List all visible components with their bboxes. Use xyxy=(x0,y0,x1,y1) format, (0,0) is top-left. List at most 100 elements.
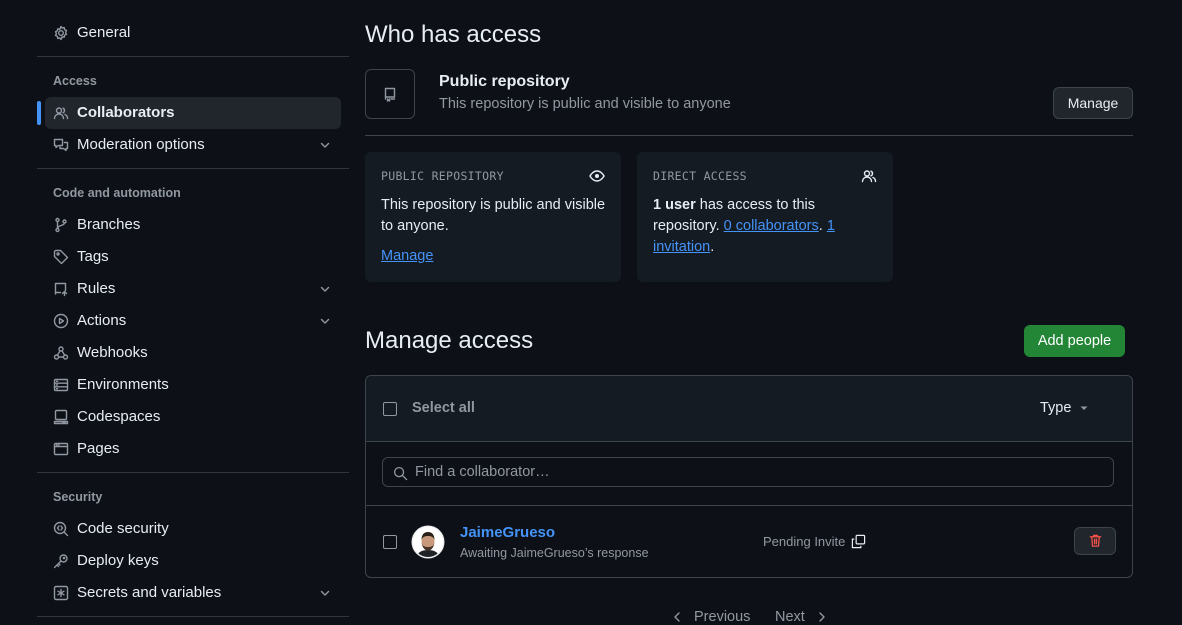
collaborator-username-link[interactable]: JaimeGrueso xyxy=(460,524,555,541)
separator-text: . xyxy=(818,218,827,234)
pending-invite-status: Pending Invite xyxy=(763,534,866,549)
triangle-down-icon xyxy=(1080,406,1088,410)
card-title: DIRECT ACCESS xyxy=(653,169,747,183)
repo-visibility-icon-box xyxy=(365,69,415,119)
sidebar-item-code-security[interactable]: Code security xyxy=(45,513,341,545)
divider xyxy=(37,56,349,57)
previous-label: Previous xyxy=(694,609,751,625)
sidebar-item-actions[interactable]: Actions xyxy=(45,305,341,337)
search-icon xyxy=(393,466,408,481)
manage-visibility-button[interactable]: Manage xyxy=(1053,87,1133,119)
find-collaborator-search xyxy=(382,457,1114,487)
collaborators-link[interactable]: 0 collaborators xyxy=(724,218,819,234)
codespaces-icon xyxy=(53,409,69,425)
copy-icon[interactable] xyxy=(851,534,866,549)
user-count: 1 user xyxy=(653,197,696,213)
sidebar-item-deploy-keys[interactable]: Deploy keys xyxy=(45,545,341,577)
sidebar-item-branches[interactable]: Branches xyxy=(45,209,341,241)
tag-icon xyxy=(53,249,69,265)
sidebar-item-label: Codespaces xyxy=(77,408,161,425)
chevron-right-icon xyxy=(819,612,825,622)
add-people-button[interactable]: Add people xyxy=(1024,325,1125,357)
find-collaborator-input[interactable] xyxy=(415,458,1095,486)
sidebar-item-general[interactable]: General xyxy=(45,17,341,49)
manage-access-title: Manage access xyxy=(365,327,534,354)
repo-visibility-description: This repository is public and visible to… xyxy=(439,96,731,112)
card-text: 1 user has access to this repository. 0 … xyxy=(653,195,878,258)
next-label: Next xyxy=(775,609,805,625)
select-all-checkbox[interactable] xyxy=(383,402,397,416)
codescan-icon xyxy=(53,521,69,537)
sidebar-item-label: Branches xyxy=(77,216,141,233)
sidebar-item-label: Secrets and variables xyxy=(77,584,222,601)
eye-icon xyxy=(589,170,605,182)
sidebar-item-label: Pages xyxy=(77,440,120,457)
section-heading-security: Security xyxy=(53,490,103,504)
direct-access-card: DIRECT ACCESS 1 user has access to this … xyxy=(637,152,893,282)
chevron-down-icon xyxy=(320,286,330,292)
public-repository-card: PUBLIC REPOSITORY This repository is pub… xyxy=(365,152,621,282)
table-header: Select all Type xyxy=(366,376,1132,442)
key-asterisk-icon xyxy=(53,585,69,601)
git-branch-icon xyxy=(55,217,67,233)
sidebar-item-environments[interactable]: Environments xyxy=(45,369,341,401)
sidebar-item-moderation-options[interactable]: Moderation options xyxy=(45,129,341,161)
play-icon xyxy=(53,313,69,329)
settings-sidebar: General Access Collaborators Moderation … xyxy=(37,0,349,625)
sidebar-item-label: Actions xyxy=(77,312,127,329)
divider xyxy=(37,616,349,617)
sidebar-item-label: Code security xyxy=(77,520,169,537)
collaborators-table: Select all Type JaimeGrueso Awaiting Jai… xyxy=(365,375,1133,578)
who-has-access-title: Who has access xyxy=(365,21,542,48)
sidebar-item-label: Webhooks xyxy=(77,344,148,361)
chevron-down-icon xyxy=(320,318,330,324)
type-filter-label: Type xyxy=(1040,400,1072,416)
divider xyxy=(365,135,1133,136)
gear-icon xyxy=(54,25,68,41)
card-text: This repository is public and visible to… xyxy=(381,197,606,234)
sidebar-item-label: General xyxy=(77,24,131,41)
type-filter-dropdown[interactable]: Type xyxy=(1040,400,1089,416)
sidebar-item-secrets-variables[interactable]: Secrets and variables xyxy=(45,577,341,609)
trash-icon xyxy=(1089,534,1102,547)
chevron-down-icon xyxy=(320,590,330,596)
comment-discussion-icon xyxy=(53,138,69,152)
card-title: PUBLIC REPOSITORY xyxy=(381,169,504,183)
pagination-next[interactable]: Next xyxy=(775,609,827,625)
repo-icon xyxy=(384,87,396,102)
sidebar-item-label: Moderation options xyxy=(77,136,205,153)
webhook-icon xyxy=(53,346,69,360)
sidebar-item-collaborators[interactable]: Collaborators xyxy=(37,97,341,129)
key-icon xyxy=(53,554,68,569)
remove-collaborator-button[interactable] xyxy=(1074,527,1116,555)
table-row: JaimeGrueso Awaiting JaimeGrueso’s respo… xyxy=(366,506,1132,576)
repo-push-icon xyxy=(54,282,68,297)
chevron-down-icon xyxy=(320,142,330,148)
pending-invite-label: Pending Invite xyxy=(763,534,846,549)
select-all-label: Select all xyxy=(412,400,475,416)
manage-link[interactable]: Manage xyxy=(381,248,433,264)
section-heading-access: Access xyxy=(53,74,97,88)
section-heading-code-automation: Code and automation xyxy=(53,186,181,200)
sidebar-item-tags[interactable]: Tags xyxy=(45,241,341,273)
divider xyxy=(37,168,349,169)
people-icon xyxy=(53,107,69,120)
sidebar-item-rules[interactable]: Rules xyxy=(45,273,341,305)
collaborator-subtitle: Awaiting JaimeGrueso’s response xyxy=(460,546,649,560)
sidebar-item-codespaces[interactable]: Codespaces xyxy=(45,401,341,433)
server-icon xyxy=(53,378,69,392)
chevron-left-icon xyxy=(674,612,680,622)
period-text: . xyxy=(710,239,715,255)
sidebar-item-webhooks[interactable]: Webhooks xyxy=(45,337,341,369)
avatar[interactable] xyxy=(411,525,445,559)
row-checkbox[interactable] xyxy=(383,535,397,549)
browser-icon xyxy=(53,442,69,456)
repo-visibility-title: Public repository xyxy=(439,73,570,90)
sidebar-item-label: Environments xyxy=(77,376,169,393)
sidebar-item-label: Collaborators xyxy=(77,104,175,121)
sidebar-item-label: Deploy keys xyxy=(77,552,159,569)
sidebar-item-label: Rules xyxy=(77,280,116,297)
people-icon xyxy=(861,170,877,183)
sidebar-item-pages[interactable]: Pages xyxy=(45,433,341,465)
pagination-previous[interactable]: Previous xyxy=(672,609,750,625)
